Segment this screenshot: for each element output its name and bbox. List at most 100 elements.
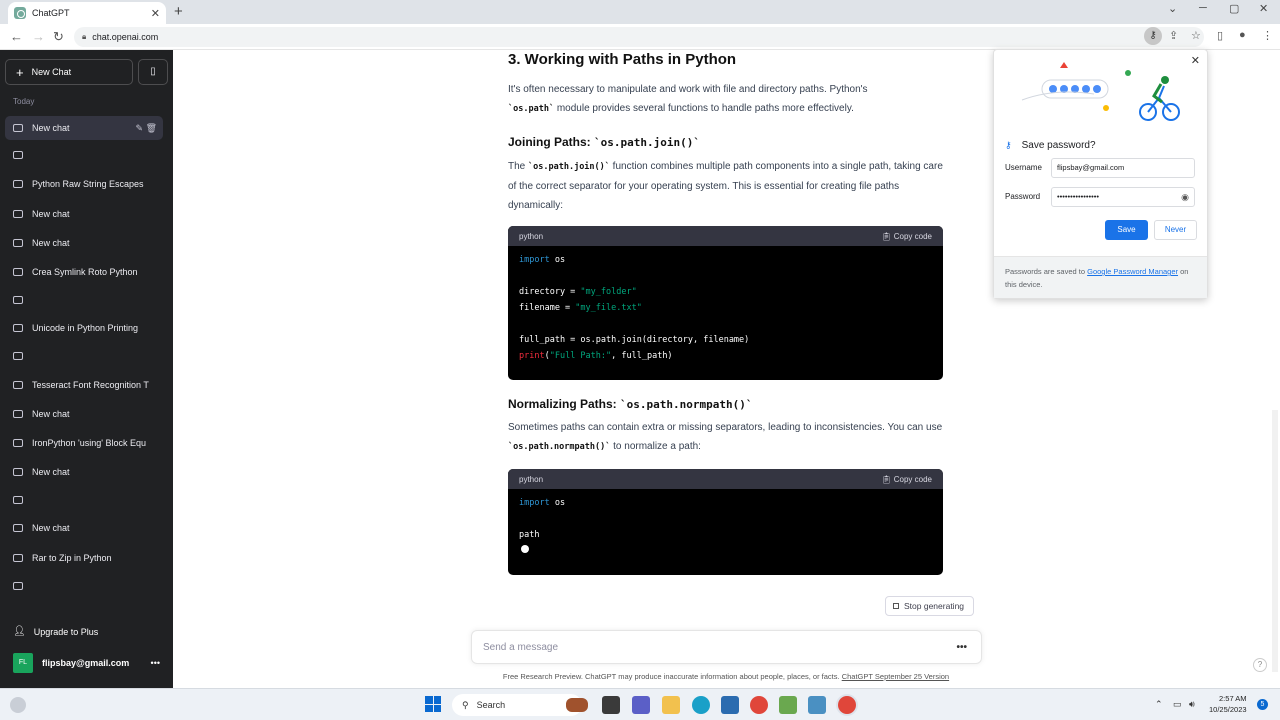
code-token: import [519, 498, 550, 508]
join-text: The [508, 161, 529, 172]
message-input[interactable]: Send a message ••• [471, 630, 982, 664]
dialog-title: ⚷ Save password? [1005, 140, 1096, 151]
footer-text: Free Research Preview. ChatGPT may produ… [502, 672, 842, 681]
network-icon[interactable]: ▭ [1173, 699, 1182, 710]
normpath-paragraph: Sometimes paths can contain extra or mis… [508, 418, 943, 457]
tab-chatgpt[interactable]: ChatGPT ✕ [8, 2, 166, 24]
save-button[interactable]: Save [1105, 220, 1148, 240]
edge-icon[interactable] [692, 696, 710, 714]
sidebar-history-item[interactable]: Tesseract Font Recognition T [5, 373, 163, 397]
code-token: os [549, 498, 566, 508]
url-omnibox[interactable]: 🔒︎ chat.openai.com [74, 27, 1204, 47]
widgets-icon[interactable] [10, 697, 26, 713]
tab-close-icon[interactable]: ✕ [151, 7, 160, 20]
close-icon[interactable]: ✕ [1191, 54, 1200, 67]
eye-icon[interactable]: ◉ [1181, 188, 1189, 206]
sidebar-history-item[interactable]: IronPython 'using' Block Equ [5, 431, 163, 455]
username-field[interactable]: flipsbay@gmail.com [1051, 158, 1195, 178]
sidebar-history-item[interactable]: Unicode in Python Printing [5, 316, 163, 340]
copy-code-button[interactable]: 📋︎ Copy code [881, 227, 932, 246]
sidebar-item-label: IronPython 'using' Block Equ [32, 438, 147, 448]
sidebar-history-item[interactable]: New chat [5, 402, 163, 426]
sidebar-history-item[interactable]: Crea Symlink Roto Python [5, 260, 163, 284]
share-icon[interactable]: ⇪ [1169, 29, 1178, 42]
norm-heading-text: Normalizing Paths: [508, 397, 621, 411]
join-heading: Joining Paths: `os.path.join()` [508, 133, 700, 152]
sidebar-item-label: Rar to Zip in Python [32, 553, 112, 563]
avatar: FL [13, 653, 33, 673]
chat-bubble-icon [13, 496, 23, 504]
tray-overflow-icon[interactable]: ⌃ [1155, 699, 1163, 710]
chat-bubble-icon [13, 352, 23, 360]
profile-icon[interactable]: ● [1239, 29, 1246, 41]
sidebar-history-item[interactable]: Python Raw String Escapes [5, 172, 163, 196]
sidebar-history-item[interactable] [5, 574, 163, 598]
user-account-row[interactable]: FL flipsbay@gmail.com ••• [13, 653, 168, 673]
bookmark-star-icon[interactable]: ☆ [1191, 29, 1201, 42]
stop-generating-button[interactable]: Stop generating [885, 596, 974, 616]
chat-bubble-icon [13, 381, 23, 389]
side-panel-icon[interactable]: ▯ [1217, 29, 1223, 42]
forward-icon[interactable]: → [32, 29, 45, 44]
never-button[interactable]: Never [1154, 220, 1197, 240]
chrome-icon[interactable] [750, 696, 768, 714]
password-key-icon[interactable]: ⚷ [1144, 27, 1162, 45]
sidebar-history-item[interactable] [5, 344, 163, 368]
volume-icon[interactable]: 🔊︎ [1189, 699, 1195, 710]
sidebar-history-item[interactable] [5, 488, 163, 512]
password-manager-link[interactable]: Google Password Manager [1087, 267, 1178, 276]
new-tab-button[interactable]: + [174, 3, 183, 20]
sidebar-history-item[interactable] [5, 288, 163, 312]
sidebar-history-item[interactable]: New chat [5, 516, 163, 540]
sidebar-history-item[interactable]: Rar to Zip in Python [5, 546, 163, 570]
file-explorer-icon[interactable] [662, 696, 680, 714]
message-placeholder: Send a message [483, 641, 559, 653]
maximize-button[interactable]: ▢ [1229, 2, 1239, 15]
sidebar-history-item[interactable]: New chat [5, 460, 163, 484]
user-email: flipsbay@gmail.com [42, 658, 130, 668]
reload-icon[interactable]: ↻ [53, 29, 64, 45]
tab-list-icon[interactable]: ⌄ [1168, 2, 1177, 15]
system-clock[interactable]: 2:57 AM 10/25/2023 [1209, 693, 1247, 715]
chrome-active-icon[interactable] [838, 696, 856, 714]
sidebar-history-item[interactable] [5, 143, 163, 167]
section-today: Today [13, 97, 35, 106]
edit-delete-icons[interactable]: ✎ 🗑︎ [136, 123, 157, 134]
scrollbar[interactable] [1272, 410, 1278, 672]
code-header: python 📋︎ Copy code [508, 226, 943, 246]
sidebar-history-item[interactable]: New chat ✎ 🗑︎ [5, 116, 163, 140]
code-language: python [519, 474, 544, 484]
dialog-title-text: Save password? [1021, 140, 1096, 151]
teams-icon[interactable] [632, 696, 650, 714]
more-icon[interactable]: ••• [956, 642, 967, 653]
snipping-tool-icon[interactable] [808, 696, 826, 714]
help-icon[interactable]: ? [1253, 658, 1267, 672]
new-chat-button[interactable]: + New Chat [5, 59, 133, 85]
minimize-button[interactable]: ─ [1199, 2, 1207, 14]
horse-widget-icon[interactable] [566, 698, 588, 712]
sidebar-history-item[interactable]: New chat [5, 231, 163, 255]
sidebar-toggle-icon[interactable]: ▯ [138, 59, 168, 85]
upgrade-button[interactable]: 👤︎ Upgrade to Plus [13, 626, 98, 637]
code-token: , full_path) [611, 351, 673, 361]
search-label: Search [476, 700, 506, 710]
notepad-icon[interactable] [779, 696, 797, 714]
back-icon[interactable]: ← [10, 29, 23, 44]
task-view-icon[interactable] [602, 696, 620, 714]
close-window-button[interactable]: ✕ [1259, 2, 1268, 15]
sidebar-history-item[interactable]: New chat [5, 202, 163, 226]
chat-bubble-icon [13, 554, 23, 562]
copy-code-button[interactable]: 📋︎ Copy code [881, 470, 932, 489]
browser-menu-icon[interactable]: ⋮ [1262, 29, 1273, 42]
tab-title: ChatGPT [32, 8, 70, 18]
intro-text: It's often necessary to manipulate and w… [508, 84, 868, 95]
copy-code-label: Copy code [893, 474, 932, 484]
more-icon[interactable]: ••• [151, 658, 160, 668]
taskbar-search[interactable]: ⚲ Search [452, 694, 582, 716]
code-token: full_path = os.path.join(directory, file… [519, 335, 750, 345]
notification-badge[interactable]: 5 [1257, 699, 1268, 710]
version-link[interactable]: ChatGPT September 25 Version [842, 672, 949, 681]
store-icon[interactable] [721, 696, 739, 714]
password-field[interactable]: •••••••••••••••• ◉ [1051, 187, 1195, 207]
start-button[interactable] [425, 696, 441, 712]
